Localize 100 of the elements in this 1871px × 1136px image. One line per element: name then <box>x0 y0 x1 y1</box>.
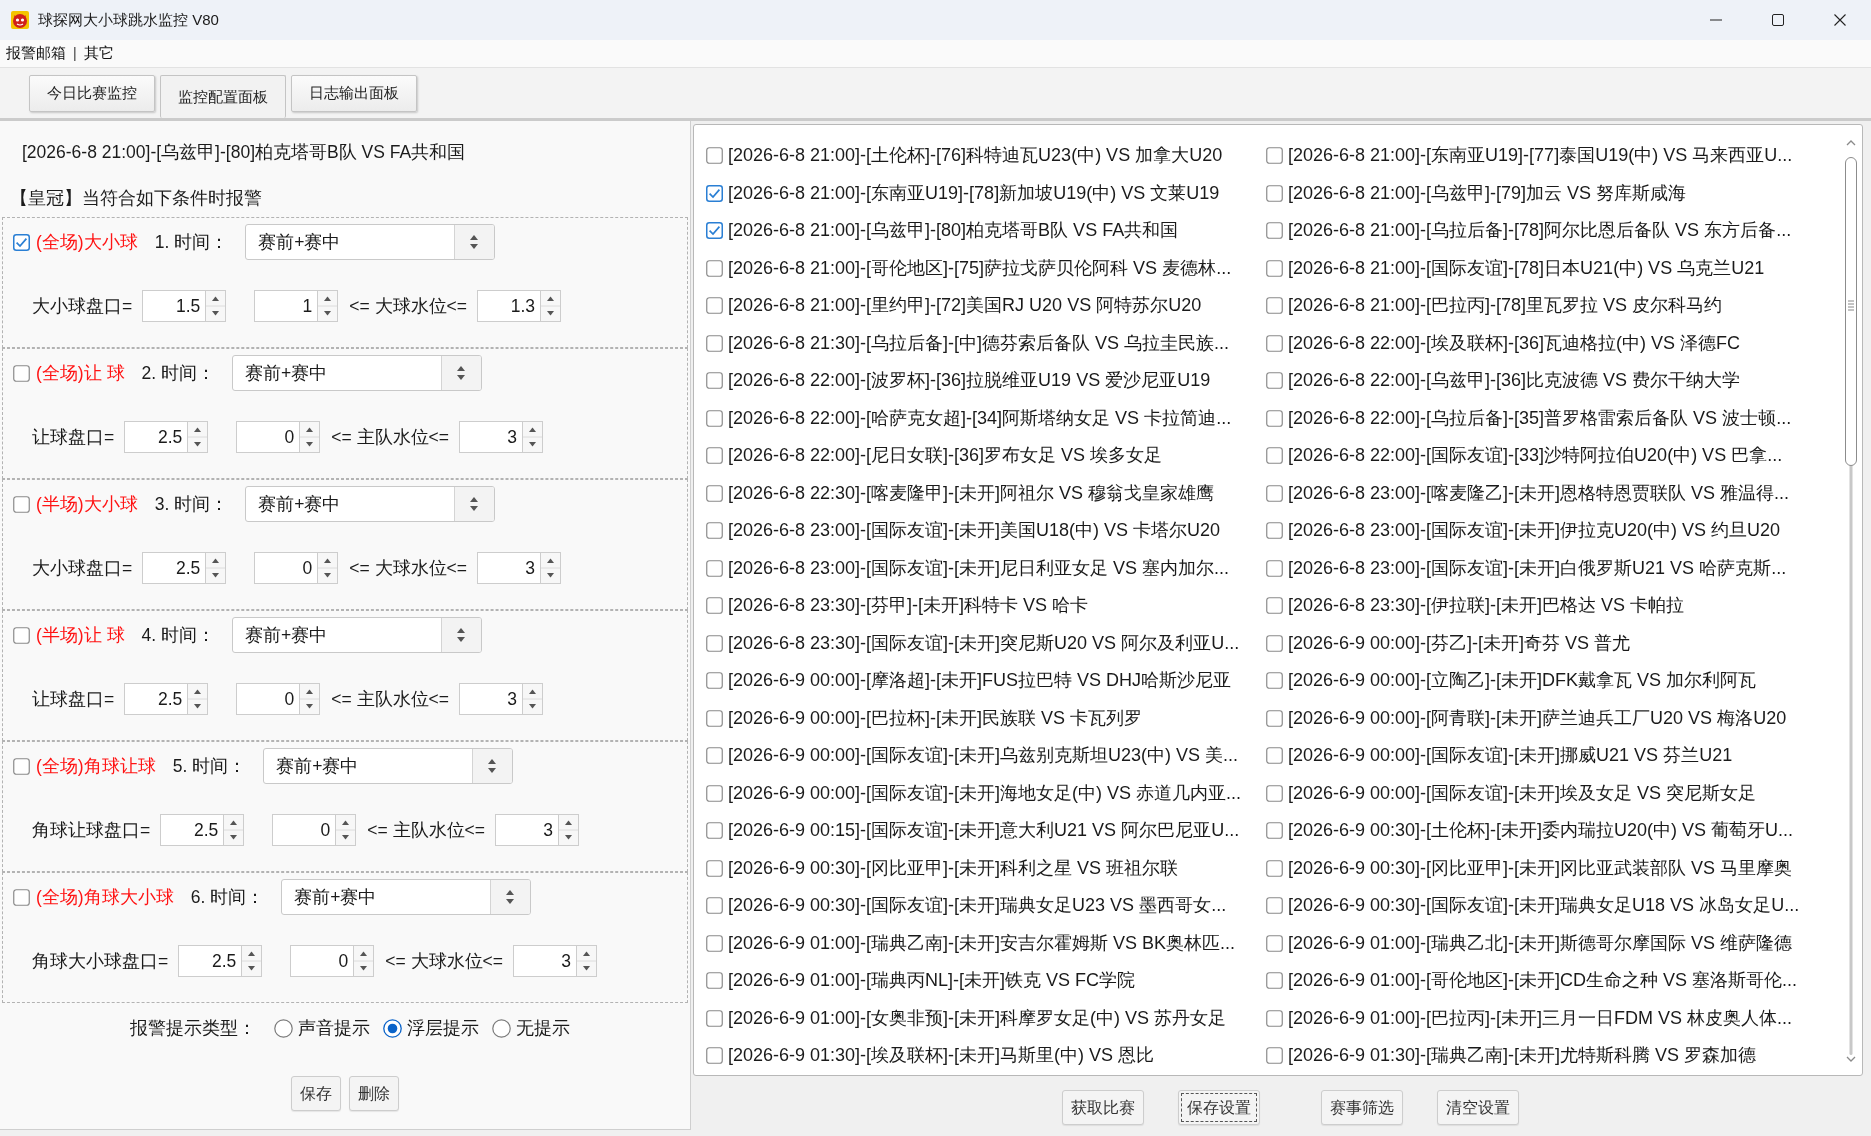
maximize-icon[interactable] <box>1772 14 1784 26</box>
match-label[interactable]: [2026-6-8 22:00]-[国际友谊]-[33]沙特阿拉伯U20(中) VS 巴拿... <box>1288 442 1783 470</box>
checkbox[interactable] <box>1266 222 1283 240</box>
checkbox[interactable] <box>13 757 30 775</box>
rule-label[interactable]: (全场)大小球 <box>36 228 138 256</box>
checkbox[interactable] <box>13 888 30 906</box>
number-input[interactable]: 2.5 <box>160 814 224 846</box>
checkbox[interactable] <box>1266 747 1283 765</box>
match-label[interactable]: [2026-6-9 00:00]-[国际友谊]-[未开]乌兹别克斯坦U23(中) VS 美... <box>728 742 1239 770</box>
match-label[interactable]: [2026-6-9 01:00]-[瑞典乙南]-[未开]安吉尔霍姆斯 VS BK奥林匹... <box>728 929 1236 957</box>
radio-button[interactable] <box>492 1018 511 1038</box>
spin-arrows-icon[interactable] <box>540 290 561 322</box>
spin-arrows-icon[interactable] <box>558 814 579 846</box>
match-label[interactable]: [2026-6-8 21:00]-[哥伦地区]-[75]萨拉戈萨贝伦阿科 VS 麦德林... <box>728 254 1232 282</box>
checkbox[interactable] <box>1266 597 1283 615</box>
number-input[interactable]: 1.3 <box>477 290 540 322</box>
spin-arrows-icon[interactable] <box>522 421 543 453</box>
checkbox[interactable] <box>706 484 723 502</box>
checkbox[interactable] <box>706 522 723 540</box>
checkbox[interactable] <box>706 672 723 690</box>
spin-arrows-icon[interactable] <box>299 421 321 453</box>
spin-arrows-icon[interactable] <box>317 552 339 584</box>
number-input[interactable]: 0 <box>236 421 300 453</box>
tab[interactable]: 监控配置面板 <box>160 75 286 118</box>
checkbox[interactable] <box>1266 934 1283 952</box>
match-label[interactable]: [2026-6-9 00:30]-[国际友谊]-[未开]瑞典女足U23 VS 墨西哥女... <box>728 892 1227 920</box>
checkbox[interactable] <box>706 1047 723 1065</box>
updown-arrows-icon[interactable] <box>454 487 495 521</box>
rule-label[interactable]: (半场)大小球 <box>36 490 138 518</box>
checkbox[interactable] <box>1266 859 1283 877</box>
updown-arrows-icon[interactable] <box>472 749 513 783</box>
checkbox[interactable] <box>706 334 723 352</box>
spin-arrows-icon[interactable] <box>540 552 561 584</box>
checkbox[interactable] <box>1266 559 1283 577</box>
match-label[interactable]: [2026-6-8 21:00]-[东南亚U19]-[77]泰国U19(中) VS 马来西亚U... <box>1288 142 1793 170</box>
match-label[interactable]: [2026-6-9 00:00]-[国际友谊]-[未开]埃及女足 VS 突尼斯女足 <box>1288 779 1757 807</box>
match-label[interactable]: [2026-6-8 22:00]-[哈萨克女超]-[34]阿斯塔纳女足 VS 卡拉简迪... <box>728 404 1232 432</box>
checkbox[interactable] <box>706 222 723 240</box>
checkbox[interactable] <box>1266 709 1283 727</box>
match-label[interactable]: [2026-6-9 01:00]-[女奥非预]-[未开]科摩罗女足(中) VS 苏丹女足 <box>728 1004 1227 1032</box>
time-dropdown[interactable]: 赛前+赛中 <box>263 748 514 784</box>
match-label[interactable]: [2026-6-8 23:30]-[伊拉联]-[未开]巴格达 VS 卡帕拉 <box>1288 592 1685 620</box>
checkbox[interactable] <box>706 297 723 315</box>
spin-arrows-icon[interactable] <box>353 945 375 977</box>
radio-label[interactable]: 无提示 <box>516 1014 570 1042</box>
match-label[interactable]: [2026-6-8 23:30]-[芬甲]-[未开]科特卡 VS 哈卡 <box>728 592 1089 620</box>
checkbox[interactable] <box>706 747 723 765</box>
menu-item[interactable]: 其它 <box>82 42 115 65</box>
action-button[interactable]: 获取比赛 <box>1062 1090 1144 1125</box>
number-input[interactable]: 3 <box>495 814 558 846</box>
number-input[interactable]: 3 <box>513 945 576 977</box>
menu-item[interactable]: 报警邮箱 <box>5 42 67 65</box>
checkbox[interactable] <box>1266 1047 1283 1065</box>
time-dropdown[interactable]: 赛前+赛中 <box>281 879 532 915</box>
match-label[interactable]: [2026-6-8 21:00]-[东南亚U19]-[78]新加坡U19(中) VS 文莱U19 <box>728 179 1220 207</box>
match-label[interactable]: [2026-6-9 00:30]-[冈比亚甲]-[未开]科利之星 VS 班祖尔联 <box>728 854 1179 882</box>
checkbox[interactable] <box>706 634 723 652</box>
match-label[interactable]: [2026-6-8 23:00]-[国际友谊]-[未开]美国U18(中) VS 卡塔尔U20 <box>728 517 1221 545</box>
match-label[interactable]: [2026-6-8 22:00]-[乌拉后备]-[35]普罗格雷索后备队 VS 波士顿... <box>1288 404 1792 432</box>
action-button[interactable]: 保存设置 <box>1178 1090 1260 1125</box>
radio-button[interactable] <box>383 1018 402 1038</box>
spin-arrows-icon[interactable] <box>241 945 263 977</box>
time-dropdown[interactable]: 赛前+赛中 <box>245 224 496 260</box>
number-input[interactable]: 3 <box>459 683 522 715</box>
match-label[interactable]: [2026-6-9 01:00]-[哥伦地区]-[未开]CD生命之种 VS 塞洛斯哥伦... <box>1288 967 1798 995</box>
action-button[interactable]: 清空设置 <box>1437 1090 1519 1125</box>
match-label[interactable]: [2026-6-9 00:30]-[冈比亚甲]-[未开]冈比亚武装部队 VS 马里摩奥 <box>1288 854 1793 882</box>
number-input[interactable]: 2.5 <box>178 945 242 977</box>
match-label[interactable]: [2026-6-8 22:30]-[喀麦隆甲]-[未开]阿祖尔 VS 穆翁戈皇家雄鹰 <box>728 479 1215 507</box>
match-label[interactable]: [2026-6-9 00:00]-[芬乙]-[未开]奇芬 VS 普尤 <box>1288 629 1631 657</box>
checkbox[interactable] <box>1266 897 1283 915</box>
checkbox[interactable] <box>706 1009 723 1027</box>
radio-button[interactable] <box>274 1018 293 1038</box>
checkbox[interactable] <box>706 184 723 202</box>
checkbox[interactable] <box>1266 447 1283 465</box>
number-input[interactable]: 2.5 <box>124 421 188 453</box>
match-label[interactable]: [2026-6-8 23:00]-[国际友谊]-[未开]尼日利亚女足 VS 塞内加尔... <box>728 554 1230 582</box>
checkbox[interactable] <box>1266 672 1283 690</box>
match-label[interactable]: [2026-6-9 00:00]-[巴拉杯]-[未开]民族联 VS 卡瓦列罗 <box>728 704 1143 732</box>
tab[interactable]: 日志输出面板 <box>291 75 417 112</box>
number-input[interactable]: 3 <box>459 421 522 453</box>
checkbox[interactable] <box>1266 334 1283 352</box>
spin-arrows-icon[interactable] <box>317 290 339 322</box>
match-label[interactable]: [2026-6-9 01:00]-[瑞典丙NL]-[未开]铁克 VS FC学院 <box>728 967 1136 995</box>
match-label[interactable]: [2026-6-8 21:00]-[乌拉后备]-[78]阿尔比恩后备队 VS 东方后备... <box>1288 217 1792 245</box>
checkbox[interactable] <box>706 897 723 915</box>
spin-arrows-icon[interactable] <box>205 552 227 584</box>
checkbox[interactable] <box>1266 147 1283 165</box>
match-label[interactable]: [2026-6-8 23:00]-[喀麦隆乙]-[未开]恩格特恩贾联队 VS 雅温得... <box>1288 479 1790 507</box>
number-input[interactable]: 0 <box>290 945 354 977</box>
tab[interactable]: 今日比赛监控 <box>29 75 155 112</box>
updown-arrows-icon[interactable] <box>441 618 481 652</box>
checkbox[interactable] <box>706 784 723 802</box>
checkbox[interactable] <box>1266 522 1283 540</box>
rule-label[interactable]: (半场)让 球 <box>36 621 125 649</box>
match-label[interactable]: [2026-6-9 00:00]-[国际友谊]-[未开]海地女足(中) VS 赤道几内亚... <box>728 779 1242 807</box>
match-label[interactable]: [2026-6-9 00:00]-[阿青联]-[未开]萨兰迪兵工厂U20 VS 梅洛U20 <box>1288 704 1787 732</box>
radio-label[interactable]: 声音提示 <box>298 1014 370 1042</box>
spin-arrows-icon[interactable] <box>187 683 209 715</box>
checkbox[interactable] <box>1266 484 1283 502</box>
